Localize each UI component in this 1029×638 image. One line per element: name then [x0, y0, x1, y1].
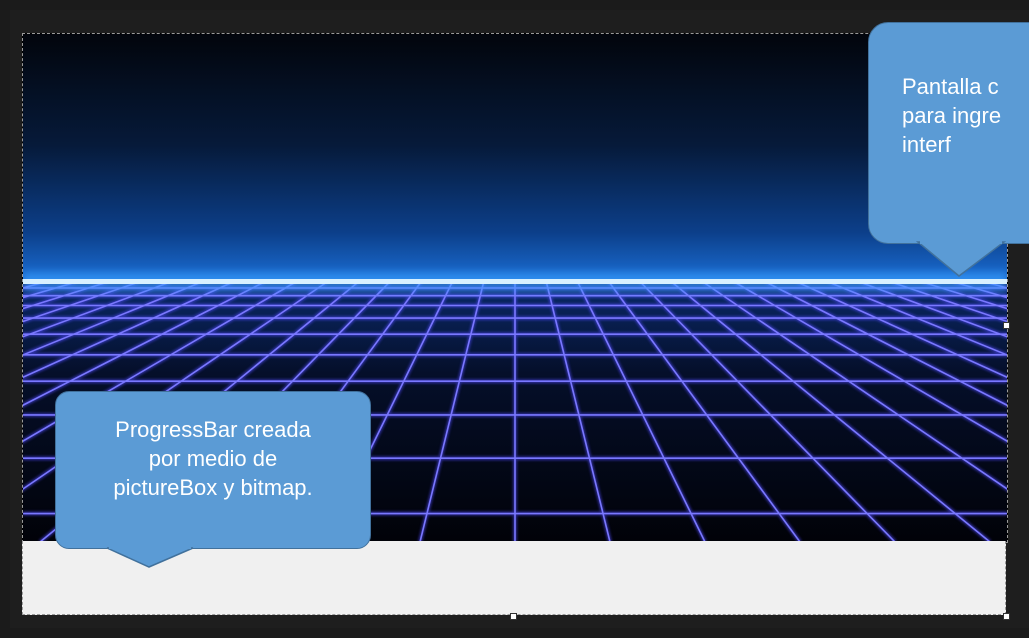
progressbar-callout-tail — [106, 546, 194, 568]
resize-handle-right[interactable] — [1003, 322, 1010, 329]
progressbar-callout: ProgressBar creada por medio de pictureB… — [55, 391, 371, 549]
resize-handle-corner[interactable] — [1003, 613, 1010, 620]
resize-handle-bottom[interactable] — [510, 613, 517, 620]
screen-callout-tail — [916, 240, 1006, 277]
screen-callout-text: Pantalla c para ingre interf — [902, 74, 1002, 157]
progressbar-callout-text: ProgressBar creada por medio de pictureB… — [113, 417, 313, 500]
screen-callout: Pantalla c para ingre interf — [868, 22, 1029, 244]
